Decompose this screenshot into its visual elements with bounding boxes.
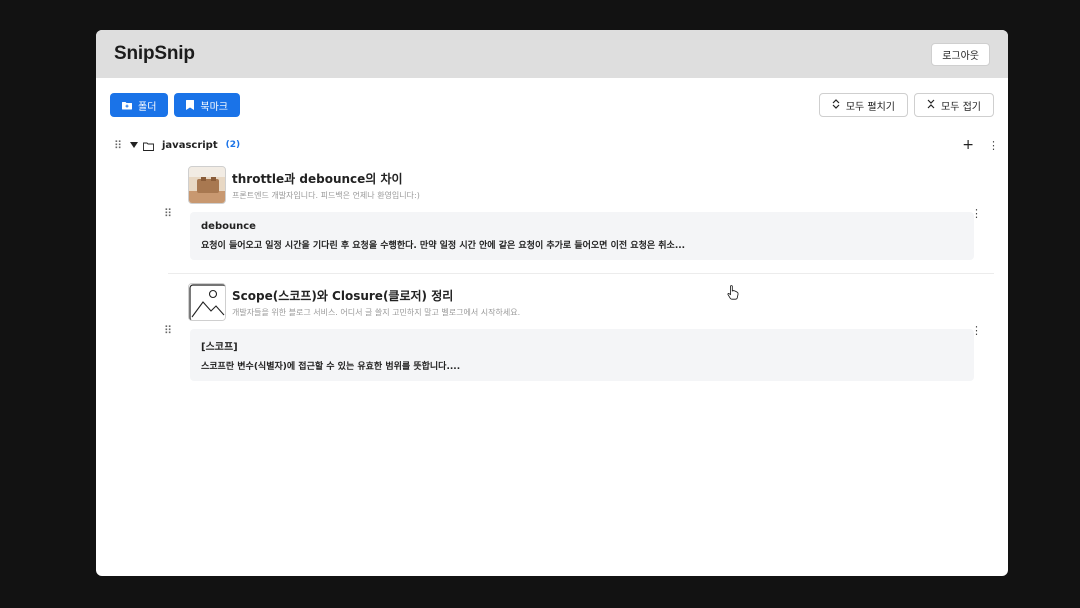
bookmark-title[interactable]: throttle과 debounce의 차이	[232, 170, 420, 187]
app-logo: SnipSnip	[114, 43, 195, 64]
more-options-icon[interactable]: ⋮	[971, 324, 982, 337]
snippet-card[interactable]: [스코프] 스코프란 변수(식별자)에 접근할 수 있는 유효한 범위를 뜻합니…	[190, 329, 974, 381]
expand-all-button[interactable]: 모두 펼치기	[818, 93, 909, 117]
app-window: SnipSnip 로그아웃 폴더 북마크 모두 펼치기 모두 접기 ⠿ java…	[96, 30, 1008, 576]
folder-count: (2)	[225, 140, 241, 150]
more-options-icon[interactable]: ⋮	[988, 140, 999, 151]
drag-handle-icon[interactable]: ⠿	[164, 207, 172, 220]
snippet-body: 요청이 들어오고 일정 시간을 기다린 후 요청을 수행한다. 만약 일정 시간…	[201, 241, 686, 251]
folder-name[interactable]: javascript	[162, 140, 218, 151]
drag-handle-icon[interactable]: ⠿	[164, 324, 172, 337]
app-header: SnipSnip 로그아웃	[96, 30, 1008, 78]
drag-handle-icon[interactable]: ⠿	[114, 140, 126, 151]
bookmark-icon	[186, 100, 195, 110]
add-folder-button[interactable]: 폴더	[110, 93, 169, 117]
snippet-title: debounce	[201, 221, 256, 232]
bookmark-item[interactable]: throttle과 debounce의 차이 프론트엔드 개발자입니다. 피드백…	[164, 166, 994, 260]
hand-cursor-icon	[727, 285, 739, 304]
divider	[168, 273, 994, 274]
add-bookmark-button[interactable]: 북마크	[174, 93, 241, 117]
folder-icon	[122, 101, 132, 110]
bookmark-subtitle: 프론트엔드 개발자입니다. 피드백은 언제나 환영입니다:)	[232, 190, 420, 200]
toolbar: 폴더 북마크 모두 펼치기 모두 접기	[110, 93, 994, 117]
bookmark-subtitle: 개발자들을 위한 블로그 서비스. 어디서 글 쓸지 고민하지 말고 벨로그에서…	[232, 307, 521, 317]
bookmark-title[interactable]: Scope(스코프)와 Closure(클로저) 정리	[232, 287, 520, 304]
collapse-icon	[927, 99, 935, 112]
expand-all-label: 모두 펼치기	[845, 101, 896, 113]
add-folder-label: 폴더	[138, 101, 157, 113]
collapse-all-button[interactable]: 모두 접기	[914, 93, 994, 117]
thumbnail-placeholder-image	[188, 283, 226, 321]
collapse-all-label: 모두 접기	[941, 101, 981, 113]
more-options-icon[interactable]: ⋮	[971, 207, 982, 220]
snippet-body: 스코프란 변수(식별자)에 접근할 수 있는 유효한 범위를 뜻합니다....	[201, 362, 461, 372]
expand-icon	[832, 98, 840, 112]
bookmark-item[interactable]: Scope(스코프)와 Closure(클로저) 정리 개발자들을 위한 블로그…	[164, 283, 994, 381]
snippet-title: [스코프]	[201, 342, 238, 353]
logout-button[interactable]: 로그아웃	[931, 42, 990, 66]
add-bookmark-label: 북마크	[200, 101, 229, 113]
folder-outline-icon	[143, 136, 154, 155]
folder-row[interactable]: ⠿ javascript (2) + ⋮	[114, 136, 999, 155]
add-icon[interactable]: +	[962, 138, 974, 152]
snippet-card[interactable]: debounce 요청이 들어오고 일정 시간을 기다린 후 요청을 수행한다.…	[190, 212, 974, 260]
thumbnail-image	[188, 166, 226, 204]
caret-down-icon[interactable]	[130, 142, 138, 148]
